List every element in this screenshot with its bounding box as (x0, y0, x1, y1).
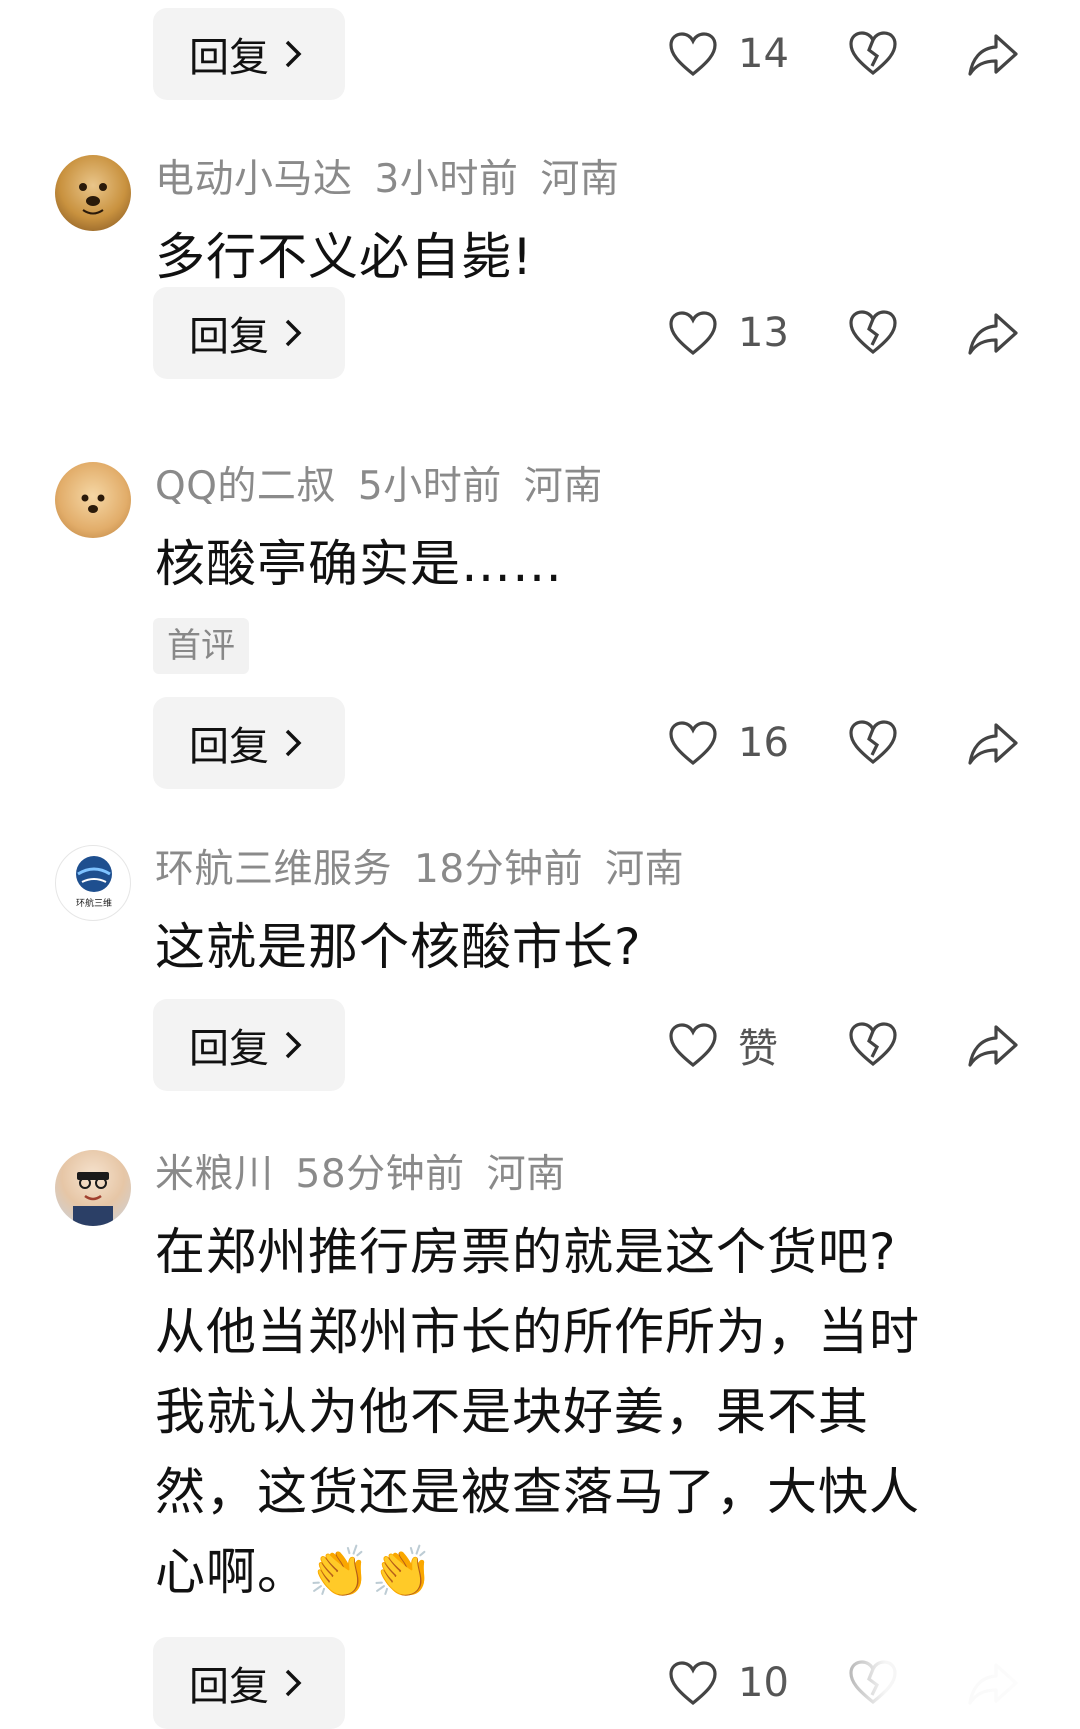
comment-text-line: 在郑州推行房票的就是这个货吧? (155, 1223, 897, 1281)
comment-text: 多行不义必自毙! (155, 228, 534, 286)
location: 河南 (486, 1152, 566, 1197)
broken-heart-icon[interactable] (848, 719, 898, 769)
like-button[interactable]: 14 (668, 26, 798, 82)
reply-label: 回复 (189, 314, 269, 360)
like-count: 赞 (738, 1026, 778, 1072)
chevron-right-icon (283, 38, 303, 70)
heart-icon (668, 1022, 718, 1068)
avatar[interactable] (55, 1150, 131, 1226)
reply-label: 回复 (189, 1026, 269, 1072)
location: 河南 (540, 157, 620, 202)
share-icon[interactable] (966, 1021, 1020, 1071)
chevron-right-icon (283, 1029, 303, 1061)
comment-text-line: 我就认为他不是块好姜，果不其 (155, 1383, 869, 1441)
first-comment-badge: 首评 (153, 618, 249, 674)
comment-text-line: 心啊。👏👏 (155, 1543, 435, 1601)
comment-text-line: 然，这货还是被查落马了，大快人 (155, 1463, 920, 1521)
reply-button[interactable]: 回复 (153, 1637, 345, 1729)
timestamp: 18分钟前 (414, 847, 584, 892)
reply-label: 回复 (189, 1664, 269, 1710)
avatar[interactable] (55, 155, 131, 231)
avatar[interactable]: 环航三维 (55, 845, 131, 921)
watermark-overlay (780, 1650, 1080, 1716)
share-icon[interactable] (966, 719, 1020, 769)
username[interactable]: 米粮川 (155, 1152, 274, 1197)
broken-heart-icon[interactable] (848, 309, 898, 359)
location: 河南 (605, 847, 685, 892)
broken-heart-icon[interactable] (848, 1021, 898, 1071)
like-button[interactable]: 16 (668, 715, 798, 771)
heart-icon (668, 720, 718, 766)
comment-text: 这就是那个核酸市长? (155, 918, 642, 976)
comment-0-actions: 回复 14 (0, 8, 1080, 100)
reply-button[interactable]: 回复 (153, 287, 345, 379)
comment-meta: QQ的二叔 5小时前 河南 (155, 455, 625, 511)
comment-meta: 电动小马达 3小时前 河南 (155, 148, 641, 204)
chevron-right-icon (283, 727, 303, 759)
heart-icon (668, 1660, 718, 1706)
reply-label: 回复 (189, 35, 269, 81)
username[interactable]: 电动小马达 (155, 157, 353, 202)
comment-text: 在郑州推行房票的就是这个货吧? 从他当郑州市长的所作所为，当时 我就认为他不是块… (155, 1212, 1015, 1612)
timestamp: 3小时前 (374, 157, 519, 202)
like-count: 13 (738, 310, 789, 356)
share-icon[interactable] (966, 309, 1020, 359)
share-icon[interactable] (966, 30, 1020, 80)
comment-2-actions: 回复 16 (0, 697, 1080, 789)
comment-text-line: 从他当郑州市长的所作所为，当时 (155, 1303, 920, 1361)
like-button[interactable]: 10 (668, 1655, 798, 1711)
comment-text: 核酸亭确实是…… (155, 535, 563, 593)
heart-icon (668, 310, 718, 356)
comment-meta: 米粮川 58分钟前 河南 (155, 1143, 588, 1199)
like-count: 14 (738, 31, 789, 77)
comment-3-actions: 回复 赞 (0, 999, 1080, 1091)
location: 河南 (523, 464, 603, 509)
username[interactable]: QQ的二叔 (155, 464, 336, 509)
reply-label: 回复 (189, 724, 269, 770)
username[interactable]: 环航三维服务 (155, 847, 392, 892)
like-button[interactable]: 13 (668, 305, 798, 361)
comment-meta: 环航三维服务 18分钟前 河南 (155, 838, 706, 894)
reply-button[interactable]: 回复 (153, 999, 345, 1091)
timestamp: 5小时前 (357, 464, 502, 509)
chevron-right-icon (283, 317, 303, 349)
chevron-right-icon (283, 1667, 303, 1699)
reply-button[interactable]: 回复 (153, 697, 345, 789)
reply-button[interactable]: 回复 (153, 8, 345, 100)
like-count: 16 (738, 720, 789, 766)
like-button[interactable]: 赞 (668, 1017, 798, 1073)
heart-icon (668, 31, 718, 77)
avatar[interactable] (55, 462, 131, 538)
broken-heart-icon[interactable] (848, 30, 898, 80)
avatar-text: 环航三维 (76, 897, 112, 909)
timestamp: 58分钟前 (295, 1152, 465, 1197)
comment-1-actions: 回复 13 (0, 287, 1080, 379)
